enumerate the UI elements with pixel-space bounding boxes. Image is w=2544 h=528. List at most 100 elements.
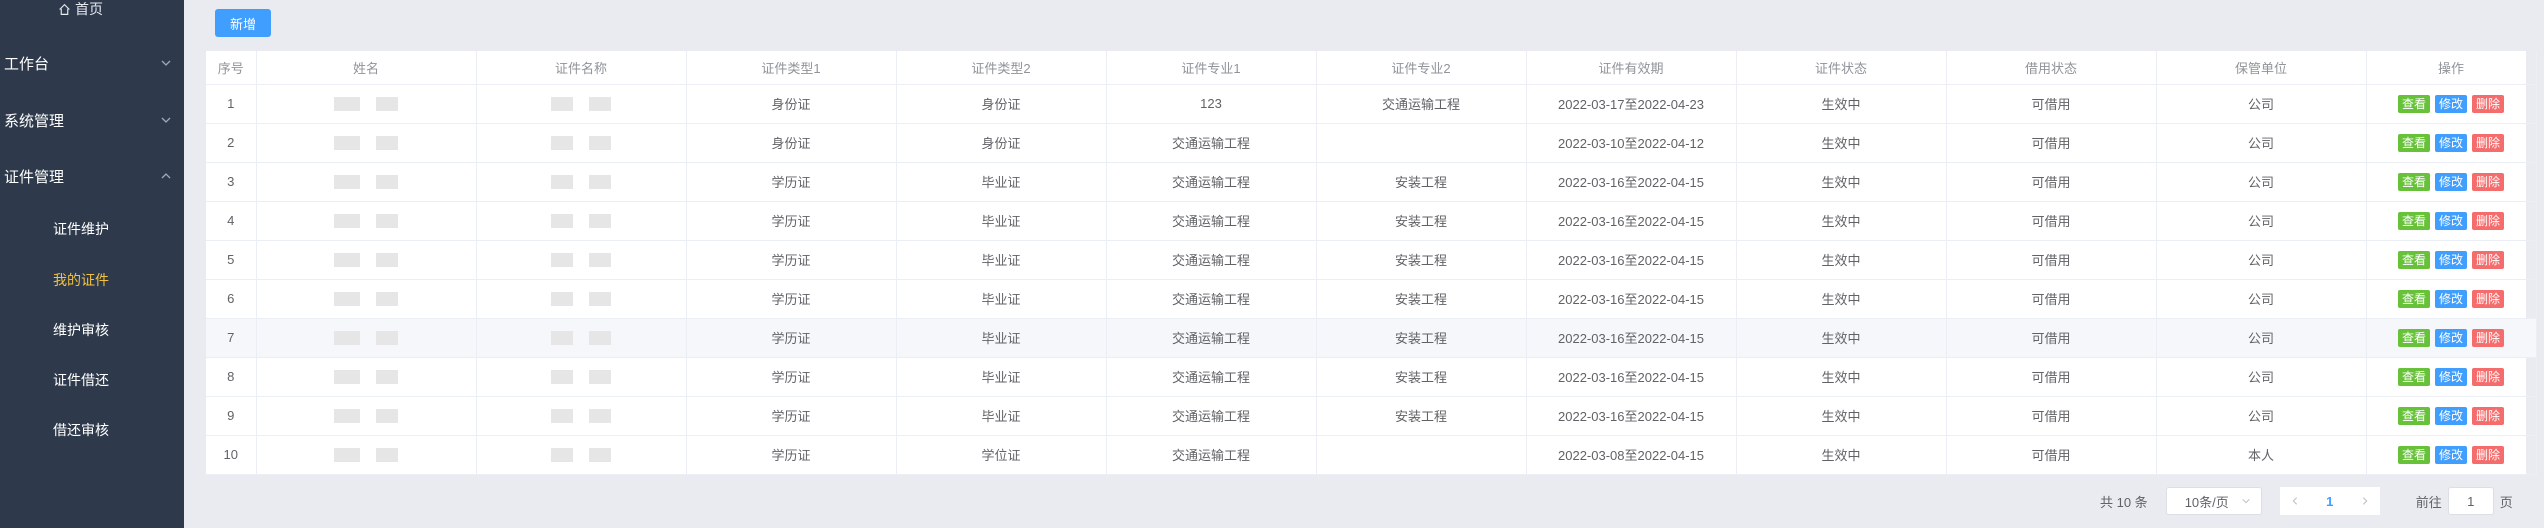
delete-button[interactable]: 删除 xyxy=(2472,172,2505,191)
cell-type1: 学历证 xyxy=(686,396,897,436)
view-button[interactable]: 查看 xyxy=(2397,133,2430,152)
cell-major1: 交通运输工程 xyxy=(1106,123,1317,163)
cell-type1: 学历证 xyxy=(686,435,897,475)
cell-validity: 2022-03-16至2022-04-15 xyxy=(1526,162,1737,202)
cell-cert-name-redacted xyxy=(476,279,687,319)
header-status: 证件状态 xyxy=(1736,51,1947,85)
cell-name-redacted xyxy=(256,357,477,397)
redacted-block xyxy=(376,175,398,190)
submenu-cert-maintain[interactable]: 证件维护 xyxy=(53,219,109,239)
edit-button[interactable]: 修改 xyxy=(2434,367,2467,386)
cell-type2: 毕业证 xyxy=(896,201,1107,241)
cell-major2: 安装工程 xyxy=(1316,396,1527,436)
redacted-block xyxy=(589,253,611,268)
view-button[interactable]: 查看 xyxy=(2397,445,2430,464)
delete-button[interactable]: 删除 xyxy=(2472,94,2505,113)
cell-borrow: 可借用 xyxy=(1946,318,2157,358)
submenu-borrow-review[interactable]: 借还审核 xyxy=(53,420,109,440)
table-row: 7 学历证 毕业证 交通运输工程 安装工程 2022-03-16至2022-04-15 生效… xyxy=(206,318,2537,358)
cell-actions: 查看 修改 删除 xyxy=(2366,318,2537,358)
redacted-block xyxy=(334,370,360,385)
cell-validity: 2022-03-16至2022-04-15 xyxy=(1526,396,1737,436)
cell-status: 生效中 xyxy=(1736,279,1947,319)
total-count: 共 10 条 xyxy=(2100,494,2148,510)
menu-label: 系统管理 xyxy=(4,112,65,130)
delete-button[interactable]: 删除 xyxy=(2472,133,2505,152)
menu-certificate[interactable]: 证件管理 xyxy=(4,164,174,188)
submenu-maintain-review[interactable]: 维护审核 xyxy=(53,320,109,340)
cell-name-redacted xyxy=(256,201,477,241)
header-no: 序号 xyxy=(206,51,257,85)
redacted-block xyxy=(376,409,398,424)
page-number-current[interactable]: 1 xyxy=(2309,487,2350,515)
goto-page-input[interactable] xyxy=(2447,487,2494,515)
redacted-block xyxy=(551,370,573,385)
view-button[interactable]: 查看 xyxy=(2397,172,2430,191)
cell-actions: 查看 修改 删除 xyxy=(2366,84,2537,124)
delete-button[interactable]: 删除 xyxy=(2472,250,2505,269)
cell-no: 8 xyxy=(206,357,257,397)
home-link[interactable]: 首页 xyxy=(58,0,103,18)
cell-actions: 查看 修改 删除 xyxy=(2366,396,2537,436)
cell-major2 xyxy=(1316,435,1527,475)
delete-button[interactable]: 删除 xyxy=(2472,367,2505,386)
redacted-block xyxy=(376,136,398,151)
cell-unit: 公司 xyxy=(2156,357,2367,397)
cell-type2: 毕业证 xyxy=(896,279,1107,319)
header-name: 姓名 xyxy=(256,51,477,85)
edit-button[interactable]: 修改 xyxy=(2434,172,2467,191)
edit-button[interactable]: 修改 xyxy=(2434,133,2467,152)
prev-page-button[interactable] xyxy=(2279,487,2310,515)
cell-type2: 学位证 xyxy=(896,435,1107,475)
edit-button[interactable]: 修改 xyxy=(2434,94,2467,113)
cell-name-redacted xyxy=(256,279,477,319)
page-size-select[interactable]: 10条/页 xyxy=(2165,487,2262,515)
cell-type1: 学历证 xyxy=(686,279,897,319)
menu-workbench[interactable]: 工作台 xyxy=(4,51,174,75)
submenu-cert-borrow[interactable]: 证件借还 xyxy=(53,370,109,390)
view-button[interactable]: 查看 xyxy=(2397,250,2430,269)
submenu-my-cert[interactable]: 我的证件 xyxy=(53,270,109,290)
cell-major2: 安装工程 xyxy=(1316,162,1527,202)
delete-button[interactable]: 删除 xyxy=(2472,328,2505,347)
view-button[interactable]: 查看 xyxy=(2397,406,2430,425)
redacted-block xyxy=(551,97,573,112)
edit-button[interactable]: 修改 xyxy=(2434,406,2467,425)
edit-button[interactable]: 修改 xyxy=(2434,289,2467,308)
menu-label: 工作台 xyxy=(4,55,50,73)
edit-button[interactable]: 修改 xyxy=(2434,250,2467,269)
goto-prefix: 前往 xyxy=(2415,494,2442,510)
delete-button[interactable]: 删除 xyxy=(2472,211,2505,230)
header-major2: 证件专业2 xyxy=(1316,51,1527,85)
view-button[interactable]: 查看 xyxy=(2397,328,2430,347)
delete-button[interactable]: 删除 xyxy=(2472,406,2505,425)
view-button[interactable]: 查看 xyxy=(2397,94,2430,113)
next-page-button[interactable] xyxy=(2349,487,2380,515)
cell-borrow: 可借用 xyxy=(1946,240,2157,280)
cell-major1: 交通运输工程 xyxy=(1106,201,1317,241)
redacted-block xyxy=(376,370,398,385)
redacted-block xyxy=(334,253,360,268)
view-button[interactable]: 查看 xyxy=(2397,211,2430,230)
cell-validity: 2022-03-16至2022-04-15 xyxy=(1526,279,1737,319)
pagination: 共 10 条 10条/页 1 前往 页 xyxy=(2100,487,2513,515)
cell-actions: 查看 修改 删除 xyxy=(2366,435,2537,475)
cell-major1: 交通运输工程 xyxy=(1106,162,1317,202)
menu-system[interactable]: 系统管理 xyxy=(4,108,174,132)
cell-validity: 2022-03-16至2022-04-15 xyxy=(1526,201,1737,241)
header-cert-name: 证件名称 xyxy=(476,51,687,85)
edit-button[interactable]: 修改 xyxy=(2434,211,2467,230)
view-button[interactable]: 查看 xyxy=(2397,367,2430,386)
add-button[interactable]: 新增 xyxy=(215,9,271,37)
cell-major1: 交通运输工程 xyxy=(1106,318,1317,358)
edit-button[interactable]: 修改 xyxy=(2434,445,2467,464)
delete-button[interactable]: 删除 xyxy=(2472,289,2505,308)
cell-cert-name-redacted xyxy=(476,123,687,163)
chevron-down-icon xyxy=(161,117,171,123)
cell-type2: 毕业证 xyxy=(896,357,1107,397)
delete-button[interactable]: 删除 xyxy=(2472,445,2505,464)
edit-button[interactable]: 修改 xyxy=(2434,328,2467,347)
chevron-up-icon xyxy=(161,173,171,179)
view-button[interactable]: 查看 xyxy=(2397,289,2430,308)
cell-status: 生效中 xyxy=(1736,240,1947,280)
